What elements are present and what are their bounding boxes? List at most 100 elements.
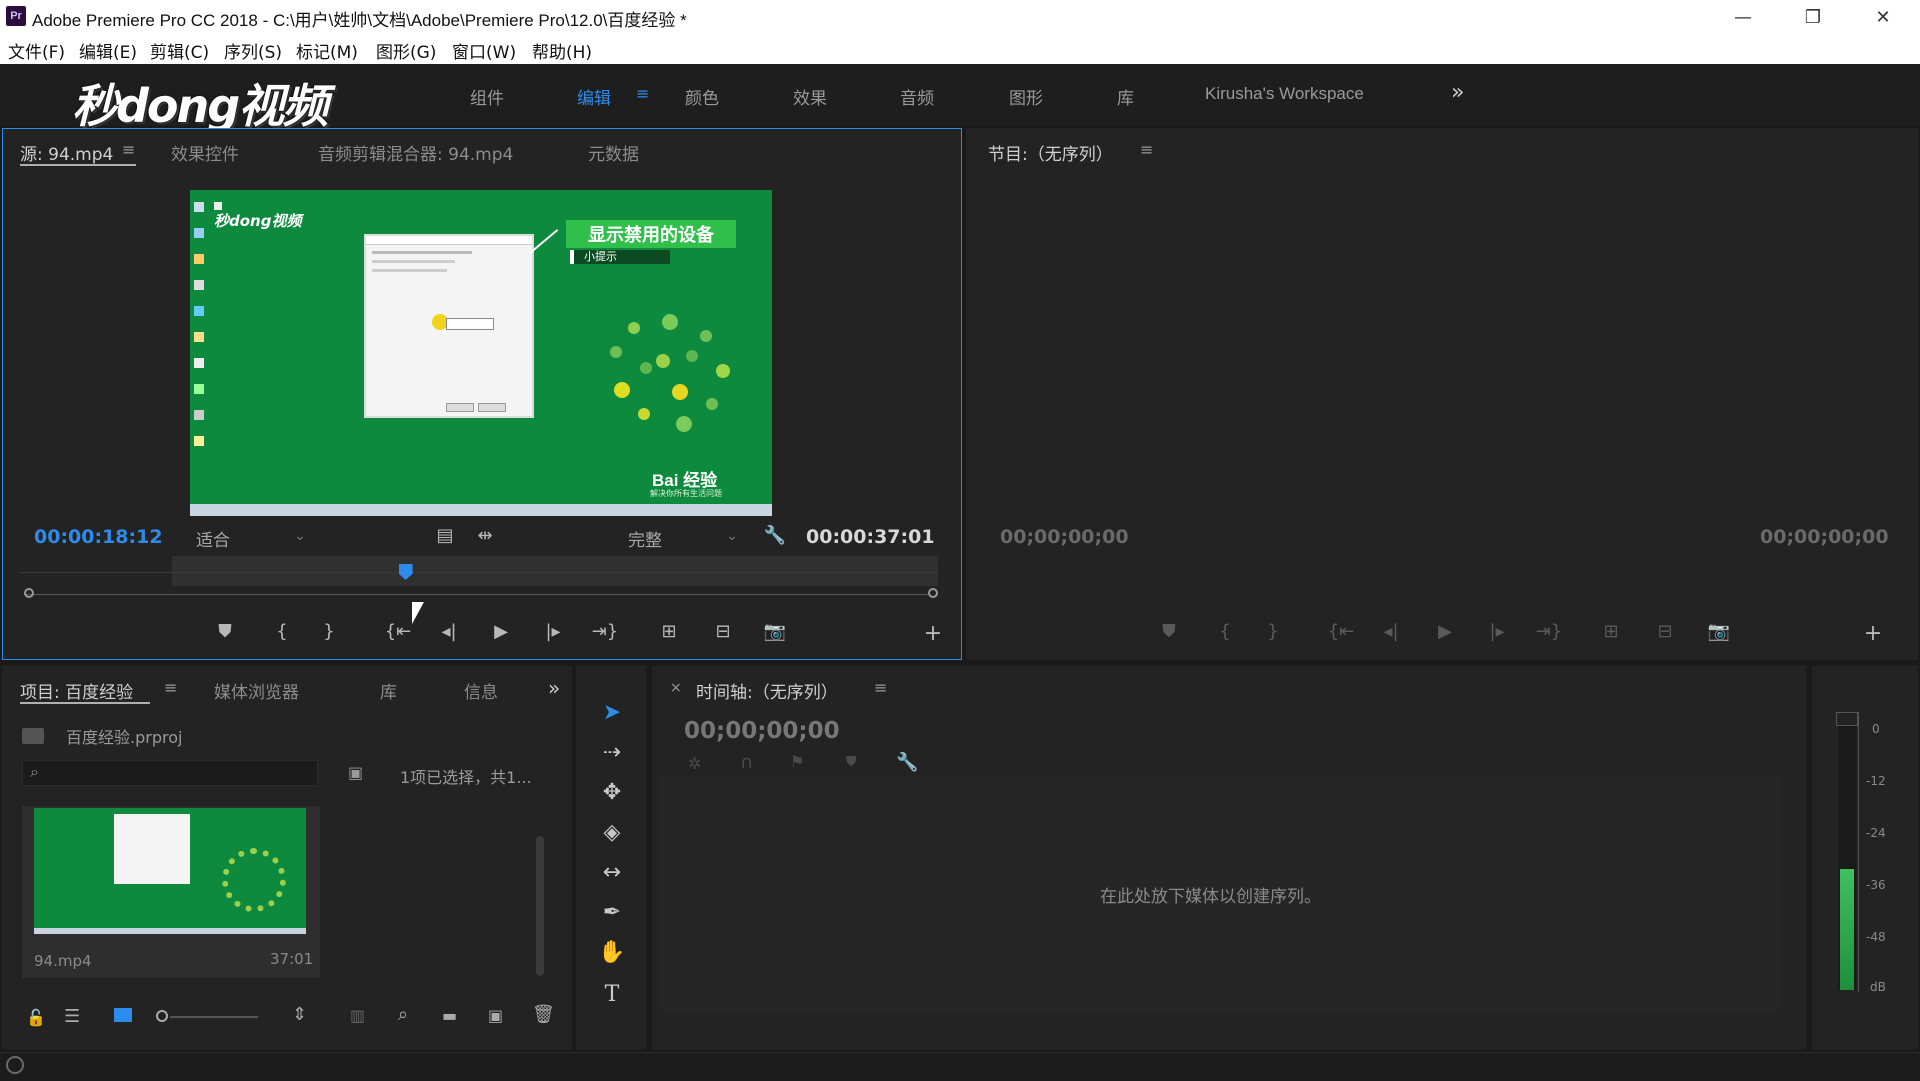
tab-effect-controls[interactable]: 效果控件 [171, 140, 239, 165]
pen-tool-icon[interactable]: ✒ [594, 894, 630, 930]
wrench-icon[interactable]: 🔧 [896, 752, 918, 773]
extract-icon[interactable]: ⊟ [1650, 616, 1680, 646]
export-frame-icon[interactable]: 📷 [760, 616, 790, 646]
menu-edit[interactable]: 编辑(E) [79, 38, 137, 63]
snap-icon[interactable]: ✲ [688, 754, 701, 773]
automate-to-sequence-icon[interactable]: ▥ [350, 1006, 365, 1025]
wrench-icon[interactable]: 🔧 [760, 520, 790, 550]
add-marker-icon[interactable]: ⛊ [1154, 616, 1184, 646]
menu-marker[interactable]: 标记(M) [296, 38, 358, 63]
workspace-tab-effects[interactable]: 效果 [793, 84, 827, 109]
zoom-dropdown[interactable]: 适合 [196, 526, 230, 551]
workspace-tab-audio[interactable]: 音频 [900, 84, 934, 109]
track-select-tool-icon[interactable]: ⇢ [594, 734, 630, 770]
overwrite-icon[interactable]: ⊟ [708, 616, 738, 646]
close-icon[interactable]: ✕ [1848, 0, 1918, 34]
zoom-handle-right[interactable] [928, 588, 938, 598]
workspace-menu-icon[interactable]: ≡ [636, 84, 649, 103]
minimize-icon[interactable]: — [1708, 0, 1778, 34]
workspace-tab-color[interactable]: 颜色 [685, 84, 719, 109]
new-item-icon[interactable]: ▣ [488, 1006, 503, 1025]
insert-icon[interactable]: ⊞ [654, 616, 684, 646]
menu-sequence[interactable]: 序列(S) [224, 38, 282, 63]
menu-clip[interactable]: 剪辑(C) [150, 38, 209, 63]
tab-metadata[interactable]: 元数据 [588, 140, 639, 165]
go-to-in-icon[interactable]: {⇤ [383, 616, 413, 646]
find-icon[interactable]: ⌕ [398, 1004, 408, 1025]
button-editor-plus-icon[interactable]: + [1858, 618, 1888, 648]
meter-solo-box[interactable] [1836, 712, 1858, 726]
slip-tool-icon[interactable]: ↔ [594, 854, 630, 890]
restore-icon[interactable]: ❐ [1778, 0, 1848, 34]
lock-icon[interactable]: 🔓 [26, 1008, 46, 1027]
zoom-slider-handle[interactable] [156, 1010, 168, 1022]
list-view-icon[interactable]: ☰ [64, 1006, 80, 1027]
workspace-tab-editing[interactable]: 编辑 [577, 84, 611, 109]
more-workspaces-icon[interactable]: » [1451, 80, 1464, 105]
step-back-icon[interactable]: ◂| [434, 616, 464, 646]
mark-in-icon[interactable]: { [267, 616, 297, 646]
chevron-down-icon[interactable]: ⌄ [294, 528, 306, 544]
play-icon[interactable]: ▶ [486, 616, 516, 646]
project-scrollbar[interactable] [536, 836, 544, 976]
go-to-out-icon[interactable]: ⇥} [1534, 616, 1564, 646]
menu-help[interactable]: 帮助(H) [532, 38, 592, 63]
menu-file[interactable]: 文件(F) [8, 38, 65, 63]
mark-in-icon[interactable]: { [1210, 616, 1240, 646]
linked-selection-icon[interactable]: ∩ [740, 752, 753, 773]
panel-menu-icon[interactable]: ≡ [1140, 140, 1153, 159]
zoom-handle-left[interactable] [24, 588, 34, 598]
tab-source[interactable]: 源: 94.mp4 [20, 140, 113, 165]
sync-status-icon[interactable] [6, 1056, 24, 1074]
workspace-tab-graphics[interactable]: 图形 [1009, 84, 1043, 109]
panel-menu-icon[interactable]: ≡ [164, 678, 177, 697]
project-search-input[interactable] [22, 760, 318, 786]
menu-graphics[interactable]: 图形(G) [376, 38, 436, 63]
play-icon[interactable]: ▶ [1430, 616, 1460, 646]
timeline-title[interactable]: 时间轴:（无序列） [696, 678, 838, 703]
hand-tool-icon[interactable]: ✋ [594, 934, 630, 970]
panel-menu-icon[interactable]: ≡ [122, 140, 135, 159]
new-bin-icon[interactable]: ▬ [442, 1006, 457, 1025]
mark-out-icon[interactable]: } [1258, 616, 1288, 646]
export-frame-icon[interactable]: 📷 [1704, 616, 1734, 646]
zoom-slider-track[interactable] [170, 1016, 258, 1018]
source-time-ruler[interactable] [172, 556, 938, 586]
mark-out-icon[interactable]: } [314, 616, 344, 646]
selection-tool-icon[interactable]: ➤ [594, 694, 630, 730]
razor-tool-icon[interactable]: ◈ [594, 814, 630, 850]
sort-icon[interactable]: ⇕ [292, 1004, 307, 1025]
tab-info[interactable]: 信息 [464, 678, 498, 703]
marker-icon[interactable]: ⛊ [846, 754, 857, 770]
icon-view-icon[interactable] [114, 1008, 132, 1022]
tab-media-browser[interactable]: 媒体浏览器 [214, 678, 299, 703]
tab-audio-clip-mixer[interactable]: 音频剪辑混合器: 94.mp4 [318, 140, 513, 165]
zoom-scroll-bar[interactable] [24, 594, 928, 595]
step-back-icon[interactable]: ◂| [1376, 616, 1406, 646]
source-video-frame[interactable]: 秒dong视频 显示禁用的设备 小提示 Bai 经验 解决你所有生活问题 [190, 190, 772, 516]
button-editor-plus-icon[interactable]: + [918, 618, 948, 648]
add-marker-icon[interactable]: ⛊ [210, 616, 240, 646]
go-to-out-icon[interactable]: ⇥} [590, 616, 620, 646]
workspace-tab-libraries[interactable]: 库 [1117, 84, 1134, 109]
menu-window[interactable]: 窗口(W) [452, 38, 516, 63]
source-current-timecode[interactable]: 00:00:18:12 [34, 526, 163, 548]
panel-menu-icon[interactable]: ≡ [874, 678, 887, 697]
add-marker-icon[interactable]: ⚑ [790, 752, 804, 771]
tab-project[interactable]: 项目: 百度经验 [20, 678, 133, 703]
trash-icon[interactable]: 🗑 [532, 1004, 555, 1025]
program-current-timecode[interactable]: 00;00;00;00 [1000, 526, 1129, 548]
find-bin-icon[interactable]: ▣ [348, 763, 363, 782]
playback-resolution-dropdown[interactable]: 完整 [628, 526, 662, 551]
step-forward-icon[interactable]: |▸ [538, 616, 568, 646]
go-to-in-icon[interactable]: {⇤ [1326, 616, 1356, 646]
more-panels-icon[interactable]: » [548, 676, 560, 700]
timeline-timecode[interactable]: 00;00;00;00 [684, 718, 840, 744]
drag-audio-only-icon[interactable]: ⇹ [470, 520, 500, 550]
lift-icon[interactable]: ⊞ [1596, 616, 1626, 646]
workspace-tab-assembly[interactable]: 组件 [470, 84, 504, 109]
workspace-tab-kirusha[interactable]: Kirusha's Workspace [1205, 84, 1364, 104]
step-forward-icon[interactable]: |▸ [1482, 616, 1512, 646]
ripple-edit-tool-icon[interactable]: ✥ [594, 774, 630, 810]
drag-video-only-icon[interactable]: ▤ [430, 520, 460, 550]
